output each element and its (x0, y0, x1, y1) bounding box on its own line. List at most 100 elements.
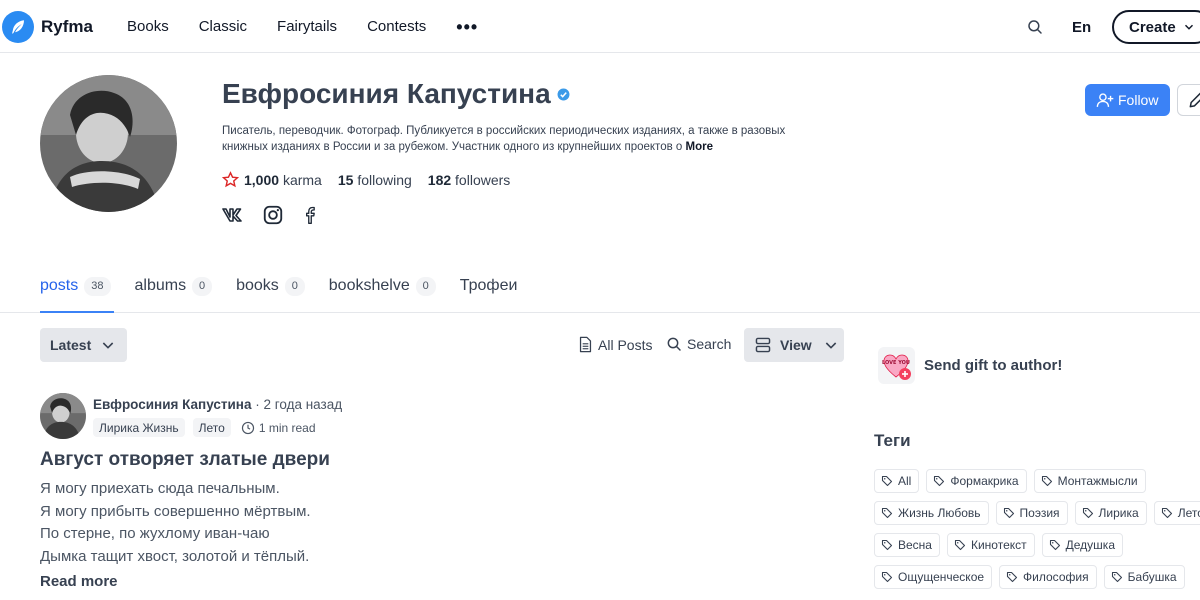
tag-chip[interactable]: Весна (874, 533, 940, 557)
post-meta: Евфросиния Капустина · 2 года назад (93, 397, 342, 412)
tab-label: posts (40, 277, 79, 294)
post-line: Я могу приехать сюда печальным. (40, 480, 280, 497)
tab-albums[interactable]: albums 0 (134, 276, 213, 296)
followers-label: followers (455, 171, 511, 188)
chevron-down-icon (103, 342, 114, 349)
tab-posts[interactable]: posts 38 (40, 276, 111, 296)
top-header: Ryfma Books Classic Fairytails Contests … (0, 0, 1200, 53)
profile-name-row: Евфросиния Капустина (222, 78, 570, 110)
tag-icon (1082, 507, 1093, 519)
post-line: Я могу прибыть совершенно мёртвым. (40, 502, 311, 520)
tag-label: Лето (1177, 506, 1200, 520)
tab-bookshelve[interactable]: bookshelve 0 (328, 276, 436, 296)
nav-fairytails[interactable]: Fairytails (277, 18, 337, 36)
create-button[interactable]: Create (1112, 10, 1200, 44)
search-label: Search (687, 336, 732, 352)
tag-icon (1049, 539, 1060, 551)
read-more-link[interactable]: Read more (40, 573, 118, 590)
gift-label: Send gift to author! (924, 357, 1063, 374)
tab-label: books (236, 277, 279, 294)
tag-chip[interactable]: Ощущенческое (874, 565, 993, 589)
main-nav: Books Classic Fairytails Contests ••• (127, 18, 508, 36)
post-line: Дымка тащит хвост, золотой и тёплый. (40, 547, 310, 565)
follow-button[interactable]: Follow (1085, 84, 1170, 116)
read-time: 1 min read (241, 421, 316, 435)
all-posts-label: All Posts (598, 336, 653, 353)
facebook-icon[interactable] (300, 204, 320, 226)
logo[interactable]: Ryfma (2, 11, 93, 43)
all-posts-button[interactable]: All Posts (578, 336, 652, 353)
star-icon (222, 171, 239, 188)
vk-icon[interactable] (222, 204, 246, 226)
tag-icon (1006, 571, 1018, 583)
gift-icon-text: LOVE YOU (882, 360, 910, 366)
tag-icon (1111, 571, 1122, 583)
tag-icon (881, 475, 893, 487)
tags-title: Теги (874, 431, 911, 450)
tag-label: Дедушка (1065, 538, 1115, 552)
tab-trophies[interactable]: Трофеи (460, 277, 518, 295)
tag-chip[interactable]: Жизнь Любовь (874, 501, 989, 525)
search-icon[interactable] (1026, 18, 1044, 36)
post-tag[interactable]: Лето (192, 418, 231, 437)
tags-row: Жизнь Любовь Поэзия Лирика Лето (874, 501, 1200, 525)
verified-badge-icon (557, 88, 570, 100)
tag-label: Ощущенческое (898, 570, 985, 584)
social-links (222, 204, 336, 226)
tags-row: All Формакрика Монтажмысли (874, 469, 1153, 493)
post-author[interactable]: Евфросиния Капустина (93, 397, 251, 412)
bio-more-link[interactable]: More (686, 141, 713, 153)
karma-label: karma (282, 171, 322, 188)
tab-count: 38 (84, 276, 111, 296)
tag-chip[interactable]: Лето (1153, 501, 1200, 525)
post-tag[interactable]: Лирика Жизнь (93, 418, 185, 437)
sort-latest-dropdown[interactable]: Latest (40, 328, 127, 362)
tag-chip[interactable]: Кинотекст (946, 533, 1035, 557)
karma-stat: 1,000 karma (222, 171, 322, 188)
tab-count: 0 (284, 276, 305, 296)
language-switch[interactable]: En (1072, 19, 1091, 36)
nav-contests[interactable]: Contests (367, 18, 426, 36)
tag-chip[interactable]: Лирика (1074, 501, 1147, 525)
tag-chip[interactable]: Монтажмысли (1033, 469, 1146, 493)
gift-heart-icon: LOVE YOU (878, 347, 915, 384)
followers-stat[interactable]: 182 followers (428, 172, 511, 188)
clock-icon (241, 421, 254, 434)
tag-label: All (898, 474, 912, 488)
tag-chip[interactable]: Философия (999, 565, 1097, 589)
tab-books[interactable]: books 0 (236, 276, 305, 296)
tag-icon (1003, 507, 1014, 519)
following-stat[interactable]: 15 following (338, 172, 412, 188)
post-excerpt: Я могу приехать сюда печальным. Я могу п… (40, 478, 311, 568)
tab-count: 0 (415, 276, 436, 296)
search-posts-button[interactable]: Search (666, 336, 731, 352)
tag-label: Лирика (1098, 506, 1139, 520)
tag-chip[interactable]: Бабушка (1103, 565, 1185, 589)
tag-icon (1161, 507, 1172, 519)
tag-chip[interactable]: Дедушка (1041, 533, 1123, 557)
post-title[interactable]: Август отворяет златые двери (40, 449, 330, 471)
tag-chip[interactable]: Поэзия (995, 501, 1068, 525)
tag-chip[interactable]: All (874, 469, 920, 493)
view-dropdown[interactable]: View (744, 328, 844, 362)
chevron-down-icon (825, 342, 836, 349)
tag-label: Кинотекст (970, 538, 1027, 552)
post-tags: Лирика Жизнь Лето 1 min read (93, 418, 316, 437)
tab-label: albums (134, 277, 187, 294)
nav-books[interactable]: Books (127, 18, 169, 36)
profile-tabs: posts 38 albums 0 books 0 bookshelve 0 Т… (40, 272, 541, 300)
tag-chip[interactable]: Формакрика (926, 469, 1027, 493)
post-author-avatar[interactable] (40, 393, 86, 439)
karma-value: 1,000 (244, 171, 280, 188)
tab-label: bookshelve (328, 277, 410, 294)
nav-classic[interactable]: Classic (199, 18, 247, 36)
edit-button[interactable] (1177, 84, 1200, 116)
layout-rows-icon (755, 337, 771, 353)
send-gift-button[interactable]: LOVE YOU Send gift to author! (878, 347, 1062, 384)
chevron-down-icon (1184, 24, 1193, 30)
tag-icon (881, 571, 893, 583)
more-menu-icon[interactable]: ••• (456, 18, 478, 36)
profile-avatar[interactable] (40, 75, 177, 212)
instagram-icon[interactable] (262, 204, 284, 226)
logo-text: Ryfma (41, 17, 93, 36)
